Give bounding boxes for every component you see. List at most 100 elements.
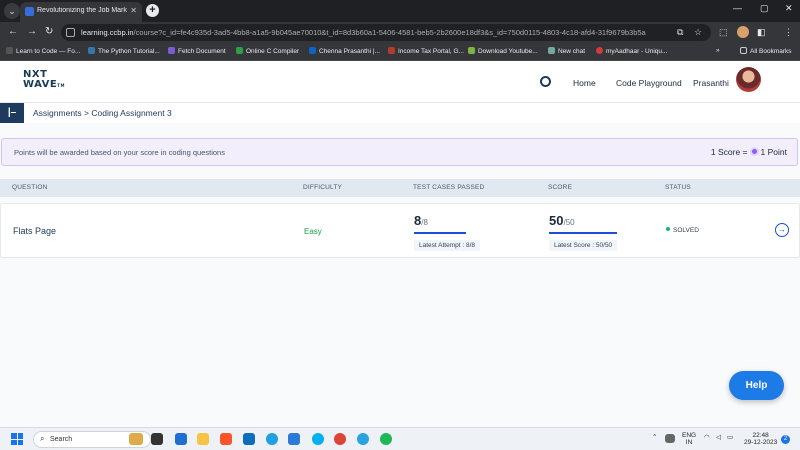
reload-icon[interactable]: ↻ (45, 26, 53, 37)
bookmark-item[interactable]: myAadhaar - Uniqu... (596, 47, 667, 55)
progress-bar (549, 232, 617, 234)
wifi-icon[interactable]: ◠ (704, 434, 710, 441)
new-tab-button[interactable]: + (146, 4, 159, 17)
bookmark-icon (6, 47, 13, 54)
file-explorer-icon[interactable] (197, 433, 209, 445)
minimize-icon[interactable]: — (733, 3, 742, 13)
app-header: NXT WAVETM Home Code Playground Prasanth… (0, 61, 800, 103)
address-bar[interactable]: learning.ccbp.in/course?c_id=fe4c935d-3a… (61, 24, 711, 41)
task-view-icon[interactable] (151, 433, 163, 445)
notification-badge[interactable]: 2 (781, 435, 790, 444)
url-text: learning.ccbp.in/course?c_id=fe4c935d-3a… (81, 28, 646, 37)
table-header: QUESTION DIFFICULTY TEST CASES PASSED SC… (0, 179, 800, 197)
download-icon (468, 47, 475, 54)
arrow-right-icon[interactable]: → (775, 223, 789, 237)
bookmark-item[interactable]: New chat (548, 47, 585, 55)
forward-icon[interactable]: → (27, 26, 37, 37)
status-dot-icon (666, 227, 670, 231)
difficulty-label: Easy (304, 227, 322, 236)
vscode-icon[interactable] (288, 433, 300, 445)
windows-taskbar: ⌕ Search ⌃ ENG IN ◠ ◁ ▭ 22:48 29-12-2023 2 (0, 427, 800, 450)
browser-tab[interactable]: Revolutionizing the Job Market ✕ (20, 2, 142, 22)
bookmark-item[interactable]: Income Tax Portal, G... (388, 47, 464, 55)
stopwatch-icon[interactable] (540, 76, 551, 87)
question-title[interactable]: Flats Page (13, 226, 56, 236)
bookmark-item[interactable]: Chenna Prasanthi |... (309, 47, 380, 55)
tray-app-icon[interactable] (665, 434, 675, 443)
clock[interactable]: 22:48 29-12-2023 (744, 432, 777, 446)
score-conversion: 1 Score = 1 Point (710, 147, 787, 157)
table-row[interactable]: Flats Page Easy 8/8 Latest Attempt : 8/8… (0, 203, 800, 258)
side-panel-icon[interactable]: ◧ (757, 27, 766, 38)
skype-icon[interactable] (312, 433, 324, 445)
column-header: DIFFICULTY (303, 184, 343, 191)
install-app-icon[interactable]: ⧉ (677, 27, 683, 38)
document-icon (168, 47, 175, 54)
bookmark-item[interactable]: Learn to Code — Fo... (6, 47, 80, 55)
favicon-icon (25, 7, 34, 16)
breadcrumb-bar: |– Assignments > Coding Assignment 3 (0, 103, 800, 123)
tab-title: Revolutionizing the Job Market (37, 7, 127, 14)
widget-icon[interactable] (129, 433, 143, 445)
chat-icon (548, 47, 555, 54)
tax-portal-icon (388, 47, 395, 54)
aadhaar-icon (596, 47, 603, 54)
latest-score-badge: Latest Score : 50/50 (549, 240, 618, 251)
windows-start-icon[interactable] (11, 433, 23, 445)
bookmark-item[interactable]: The Python Tutorial... (88, 47, 160, 55)
battery-icon[interactable]: ▭ (727, 434, 733, 441)
tab-search-icon[interactable]: ⌄ (4, 3, 20, 19)
desktop-icon[interactable] (175, 433, 187, 445)
menu-icon[interactable]: ⋮ (784, 27, 793, 38)
column-header: QUESTION (12, 184, 48, 191)
latest-attempt-badge: Latest Attempt : 8/8 (414, 240, 481, 251)
status-badge: SOLVED (666, 227, 699, 234)
all-bookmarks[interactable]: All Bookmarks (740, 47, 792, 55)
score-metric: 50/50 Latest Score : 50/50 (549, 212, 618, 252)
address-toolbar: ← → ↻ learning.ccbp.in/course?c_id=fe4c9… (0, 22, 800, 43)
compiler-icon (236, 47, 243, 54)
edge-icon[interactable] (266, 433, 278, 445)
nav-home[interactable]: Home (573, 78, 596, 88)
bookmark-item[interactable]: Fetch Document (168, 47, 226, 55)
notice-text: Points will be awarded based on your sco… (14, 148, 225, 157)
spotify-icon[interactable] (380, 433, 392, 445)
nav-code-playground[interactable]: Code Playground (616, 78, 682, 88)
mail-icon[interactable] (243, 433, 255, 445)
linkedin-icon (309, 47, 316, 54)
progress-bar (414, 232, 466, 234)
points-notice: Points will be awarded based on your sco… (1, 138, 798, 166)
language-indicator[interactable]: ENG IN (682, 432, 696, 446)
telegram-icon[interactable] (357, 433, 369, 445)
volume-icon[interactable]: ◁ (716, 434, 721, 441)
nxtwave-logo[interactable]: NXT WAVETM (23, 70, 65, 91)
sidebar-toggle-icon[interactable]: |– (0, 103, 24, 123)
search-icon: ⌕ (40, 434, 45, 443)
column-header: TEST CASES PASSED (413, 184, 485, 191)
bookmark-item[interactable]: Online C Compiler (236, 47, 299, 55)
chrome-icon[interactable] (334, 433, 346, 445)
folder-icon (740, 47, 747, 54)
profile-icon[interactable] (737, 26, 749, 38)
coin-icon (749, 147, 759, 156)
breadcrumb[interactable]: Assignments > Coding Assignment 3 (33, 108, 172, 118)
back-icon[interactable]: ← (8, 26, 18, 37)
more-bookmarks-icon[interactable]: » (716, 47, 720, 54)
user-name[interactable]: Prasanthi (693, 78, 729, 88)
site-info-icon[interactable] (66, 28, 75, 37)
avatar[interactable] (736, 67, 761, 92)
column-header: SCORE (548, 184, 573, 191)
python-icon (88, 47, 95, 54)
test-cases-metric: 8/8 Latest Attempt : 8/8 (414, 212, 481, 252)
tray-overflow-icon[interactable]: ⌃ (652, 434, 657, 441)
help-button[interactable]: Help (729, 371, 784, 400)
column-header: STATUS (665, 184, 691, 191)
brave-icon[interactable] (220, 433, 232, 445)
maximize-icon[interactable]: ▢ (760, 3, 769, 14)
bookmark-star-icon[interactable]: ☆ (694, 27, 702, 38)
extensions-icon[interactable]: ⬚ (719, 27, 728, 38)
browser-tabstrip: ⌄ Revolutionizing the Job Market ✕ + — ▢… (0, 0, 800, 22)
bookmark-item[interactable]: Download Youtube... (468, 47, 538, 55)
close-tab-icon[interactable]: ✕ (130, 6, 137, 15)
close-window-icon[interactable]: ✕ (785, 3, 793, 14)
